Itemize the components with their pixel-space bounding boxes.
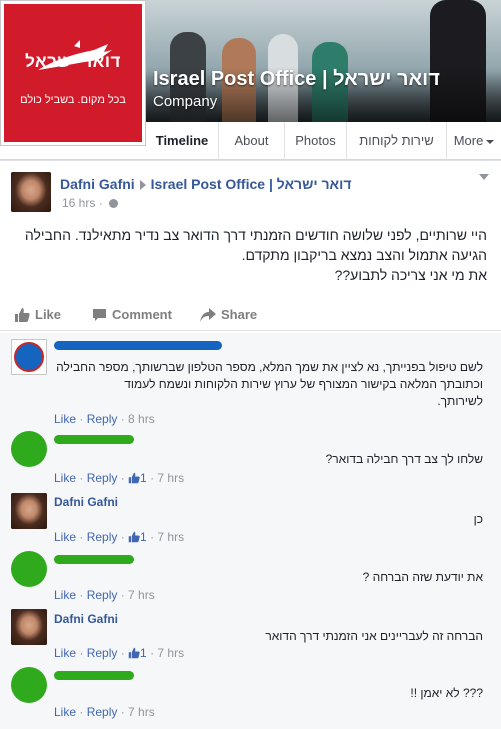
comment-text-line: וכתובתך המלאה בקישור המצורף של ערוץ שירו… (124, 377, 483, 391)
avatar[interactable] (11, 172, 51, 212)
thumbs-up-icon (15, 308, 30, 322)
comment-like-link[interactable]: Like (54, 412, 76, 426)
comment-label: Comment (112, 307, 172, 322)
comment-time[interactable]: 7 hrs (128, 705, 155, 719)
logo-slogan: בכל מקום. בשביל כולם (20, 94, 126, 106)
comment-meta: Like · Reply · 7 hrs (54, 705, 155, 719)
post-body: היי שרותיים, לפני שלושה חודשים הזמנתי דר… (17, 225, 487, 285)
tab-photos[interactable]: Photos (284, 122, 346, 160)
comment-text: את יודעת שזה הברחה ? (362, 570, 483, 584)
redacted-author-name (54, 341, 222, 350)
comment-reply-link[interactable]: Reply (87, 588, 118, 602)
redacted-author-name (54, 435, 134, 444)
post-target-link[interactable]: Israel Post Office | דואר ישראל (151, 176, 352, 192)
comment-avatar[interactable] (11, 667, 47, 703)
comment-meta: Like · Reply · 1 · 7 hrs (54, 646, 185, 660)
comment-avatar[interactable] (11, 431, 47, 467)
post-header: Dafni Gafni Israel Post Office | דואר ישר… (60, 176, 351, 192)
comment-like-link[interactable]: Like (54, 705, 76, 719)
comment-reply-link[interactable]: Reply (87, 412, 118, 426)
comment-icon (93, 309, 106, 321)
comment-avatar[interactable] (11, 339, 47, 375)
tab-more[interactable]: More (446, 122, 501, 160)
comment-time[interactable]: 7 hrs (157, 646, 184, 660)
comment-text: הברחה זה לעבריינים אני הזמנתי דרך הדואר (265, 629, 483, 643)
comment-meta: Like · Reply · 7 hrs (54, 588, 155, 602)
post-text-line: היי שרותיים, לפני שלושה חודשים הזמנתי דר… (24, 227, 487, 243)
post-time-text: 16 hrs (62, 196, 96, 210)
comment-like-link[interactable]: Like (54, 530, 76, 544)
comment-text: כן (473, 512, 483, 526)
like-label: Like (35, 307, 62, 322)
chevron-down-icon (486, 139, 495, 144)
redacted-author-name (54, 671, 134, 680)
comment-text-line: לשירותך. (437, 394, 483, 408)
comment-text: שלחו לך צב דרך חבילה בדואר? (325, 452, 483, 466)
globe-icon (109, 199, 119, 209)
post-text-line: הגיעה אתמול והצב נמצא בריקבון מתקדם. (241, 247, 487, 263)
redacted-author-name (54, 555, 134, 564)
comment-reply-link[interactable]: Reply (87, 705, 118, 719)
like-button[interactable]: Like (14, 307, 61, 322)
comment-author[interactable]: Dafni Gafni (54, 612, 118, 626)
thumbs-up-icon (128, 472, 140, 484)
comment-meta: Like · Reply · 8 hrs (54, 412, 155, 426)
comment-text-line: לשם טיפול בפנייתך, נא לציין את שמך המלא,… (56, 360, 483, 374)
comment-like-link[interactable]: Like (54, 646, 76, 660)
comment-meta: Like · Reply · 1 · 7 hrs (54, 530, 185, 544)
comment-time[interactable]: 7 hrs (157, 530, 184, 544)
tab-timeline[interactable]: Timeline (146, 122, 218, 160)
share-button[interactable]: Share (200, 307, 257, 322)
post-author-link[interactable]: Dafni Gafni (60, 176, 135, 192)
comment-time[interactable]: 7 hrs (128, 588, 155, 602)
comment-like-count[interactable]: 1 (140, 646, 147, 660)
thumbs-up-icon (128, 647, 140, 659)
comment-time[interactable]: 7 hrs (157, 471, 184, 485)
comment-button[interactable]: Comment (92, 307, 172, 322)
comment-like-link[interactable]: Like (54, 471, 76, 485)
comment-time[interactable]: 8 hrs (128, 412, 155, 426)
comment-avatar[interactable] (11, 551, 47, 587)
avatar-image (11, 172, 51, 212)
comment-like-count[interactable]: 1 (140, 471, 147, 485)
comment-text: ??? לא יאמן !! (410, 686, 483, 700)
avatar-image (11, 493, 47, 529)
page-title[interactable]: Israel Post Office | דואר ישראל (153, 68, 440, 91)
arrow-right-icon (139, 180, 146, 191)
post-actions: Like Comment Share (0, 301, 501, 331)
comment-reply-link[interactable]: Reply (87, 471, 118, 485)
comment-meta: Like · Reply · 1 · 7 hrs (54, 471, 185, 485)
tab-more-label: More (453, 133, 484, 148)
post-options-chevron-icon[interactable] (479, 174, 489, 180)
comments-section: לשם טיפול בפנייתך, נא לציין את שמך המלא,… (0, 333, 501, 729)
thumbs-up-icon (128, 531, 140, 543)
comment-reply-link[interactable]: Reply (87, 530, 118, 544)
comment-reply-link[interactable]: Reply (87, 646, 118, 660)
israel-post-logo: דואר ישראל בכל מקום. בשביל כולם (4, 4, 142, 142)
page-profile-picture[interactable]: דואר ישראל בכל מקום. בשביל כולם (0, 0, 146, 146)
logo-text: דואר ישראל (25, 52, 121, 71)
tab-customer-service[interactable]: שירות לקוחות (346, 122, 446, 160)
comment-author[interactable]: Dafni Gafni (54, 495, 118, 509)
share-label: Share (221, 307, 258, 322)
comment-avatar[interactable] (11, 609, 47, 645)
avatar-image (11, 609, 47, 645)
post-text-line: את מי אני צריכה לתבוע?? (334, 267, 487, 283)
comment-avatar[interactable] (11, 493, 47, 529)
page-category: Company (153, 93, 218, 110)
post-timestamp[interactable]: 16 hrs · (62, 196, 119, 210)
comment-text: לשם טיפול בפנייתך, נא לציין את שמך המלא,… (53, 359, 483, 410)
tab-about[interactable]: About (218, 122, 284, 160)
feed-post: Dafni Gafni Israel Post Office | דואר ישר… (0, 160, 501, 729)
comment-like-link[interactable]: Like (54, 588, 76, 602)
share-arrow-icon (200, 308, 216, 322)
redacted-avatar (14, 342, 44, 372)
comment-like-count[interactable]: 1 (140, 530, 147, 544)
